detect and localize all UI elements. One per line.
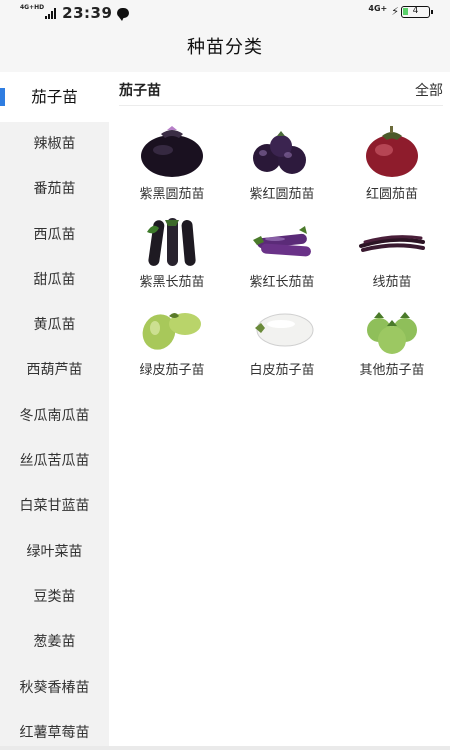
sidebar-item-label: 绿叶菜苗 (26, 543, 83, 560)
product-label: 其他茄子苗 (359, 363, 425, 378)
product-label: 绿皮茄子苗 (139, 363, 205, 378)
sidebar-item-pepper[interactable]: 辣椒苗 (0, 122, 109, 167)
purple-red-round-eggplant-image (253, 131, 306, 174)
sidebar-item-label: 西瓜苗 (33, 226, 76, 243)
sidebar-item-luffa-bitter[interactable]: 丝瓜苦瓜苗 (0, 439, 109, 484)
sidebar-item-onion-ginger[interactable]: 葱姜苗 (0, 620, 109, 665)
sidebar-item-label: 甜瓜苗 (33, 271, 76, 288)
product-card[interactable]: 紫黑圆茄苗 (117, 120, 227, 208)
main-content: 茄子苗 全部 紫黑圆茄苗 紫红圆茄苗 红圆茄苗 紫黑长茄苗 紫红长茄苗 线茄苗 … (109, 72, 450, 750)
sidebar-item-label: 番茄苗 (33, 181, 76, 198)
status-bar: 4G+HD 23:39 4G+ ⚡ 4 (0, 0, 450, 26)
purple-red-long-eggplant-image (253, 226, 311, 257)
sidebar-item-sweet-potato-strawberry[interactable]: 红薯草莓苗 (0, 711, 109, 750)
sidebar-item-cucumber[interactable]: 黄瓜苗 (0, 303, 109, 348)
product-label: 紫黑长茄苗 (139, 275, 205, 290)
purple-black-long-eggplant-image (147, 218, 196, 266)
charging-icon: ⚡ (391, 5, 399, 18)
sidebar-item-label: 丝瓜苦瓜苗 (19, 453, 90, 470)
status-bar-left: 4G+HD 23:39 (20, 4, 130, 22)
title-bar: 种苗分类 (0, 26, 450, 72)
sidebar-item-label: 豆类苗 (33, 588, 76, 605)
sidebar-item-watermelon[interactable]: 西瓜苗 (0, 213, 109, 258)
product-label: 紫红圆茄苗 (249, 187, 315, 202)
red-round-eggplant-image (366, 126, 418, 177)
sidebar-item-zucchini[interactable]: 西葫芦苗 (0, 348, 109, 393)
product-card[interactable]: 白皮茄子苗 (227, 296, 337, 384)
sidebar-item-label: 茄子苗 (31, 88, 78, 106)
clock: 23:39 (62, 4, 113, 22)
product-grid: 紫黑圆茄苗 紫红圆茄苗 红圆茄苗 紫黑长茄苗 紫红长茄苗 线茄苗 绿皮茄子苗 白… (117, 120, 447, 384)
sidebar-item-beans[interactable]: 豆类苗 (0, 575, 109, 620)
sidebar-item-melon[interactable]: 甜瓜苗 (0, 258, 109, 303)
sidebar-item-label: 西葫芦苗 (26, 362, 83, 379)
product-label: 白皮茄子苗 (249, 363, 315, 378)
sidebar-item-label: 辣椒苗 (33, 136, 76, 152)
bottom-divider (0, 746, 450, 750)
network-type: 4G+ (368, 4, 388, 13)
signal-icon (45, 7, 57, 19)
green-eggplant-image (142, 313, 201, 350)
white-eggplant-image (255, 313, 314, 347)
sidebar-item-label: 葱姜苗 (33, 634, 76, 651)
section-title: 茄子苗 (119, 83, 161, 99)
product-card[interactable]: 紫红圆茄苗 (227, 120, 337, 208)
purple-black-round-eggplant-image (141, 126, 203, 177)
section-header: 茄子苗 全部 (119, 72, 443, 106)
product-card[interactable]: 紫黑长茄苗 (117, 208, 227, 296)
sidebar-item-tomato[interactable]: 番茄苗 (0, 167, 109, 212)
battery-level: 4 (412, 5, 419, 16)
product-card[interactable]: 线茄苗 (337, 208, 447, 296)
sidebar-item-leafy-greens[interactable]: 绿叶菜苗 (0, 530, 109, 575)
category-sidebar: 茄子苗 辣椒苗 番茄苗 西瓜苗 甜瓜苗 黄瓜苗 西葫芦苗 冬瓜南瓜苗 丝瓜苦瓜苗… (0, 72, 109, 750)
product-label: 紫红长茄苗 (249, 275, 315, 290)
product-card[interactable]: 红圆茄苗 (337, 120, 447, 208)
battery-icon: 4 (401, 5, 433, 18)
product-label: 线茄苗 (372, 275, 412, 290)
sidebar-item-label: 黄瓜苗 (33, 317, 76, 334)
thin-line-eggplant-image (359, 235, 425, 252)
sidebar-item-eggplant[interactable]: 茄子苗 (0, 72, 109, 122)
sidebar-item-label: 秋葵香椿苗 (19, 679, 90, 696)
sidebar-item-okra-toon[interactable]: 秋葵香椿苗 (0, 666, 109, 711)
page-title: 种苗分类 (187, 37, 263, 58)
sidebar-item-label: 红薯草莓苗 (19, 724, 90, 741)
product-card[interactable]: 绿皮茄子苗 (117, 296, 227, 384)
sidebar-item-label: 白菜甘蓝苗 (19, 498, 90, 515)
product-label: 红圆茄苗 (365, 187, 418, 202)
product-label: 紫黑圆茄苗 (139, 187, 205, 202)
view-all-link[interactable]: 全部 (415, 80, 443, 100)
product-card[interactable]: 紫红长茄苗 (227, 208, 337, 296)
product-card[interactable]: 其他茄子苗 (337, 296, 447, 384)
status-bar-right: 4G+ ⚡ 4 (368, 4, 433, 18)
sidebar-item-cabbage[interactable]: 白菜甘蓝苗 (0, 484, 109, 529)
network-label: 4G+HD (20, 4, 45, 11)
sidebar-item-label: 冬瓜南瓜苗 (19, 407, 90, 424)
other-eggplant-image (367, 312, 417, 354)
sidebar-item-gourd-pumpkin[interactable]: 冬瓜南瓜苗 (0, 394, 109, 439)
message-icon (117, 8, 130, 21)
